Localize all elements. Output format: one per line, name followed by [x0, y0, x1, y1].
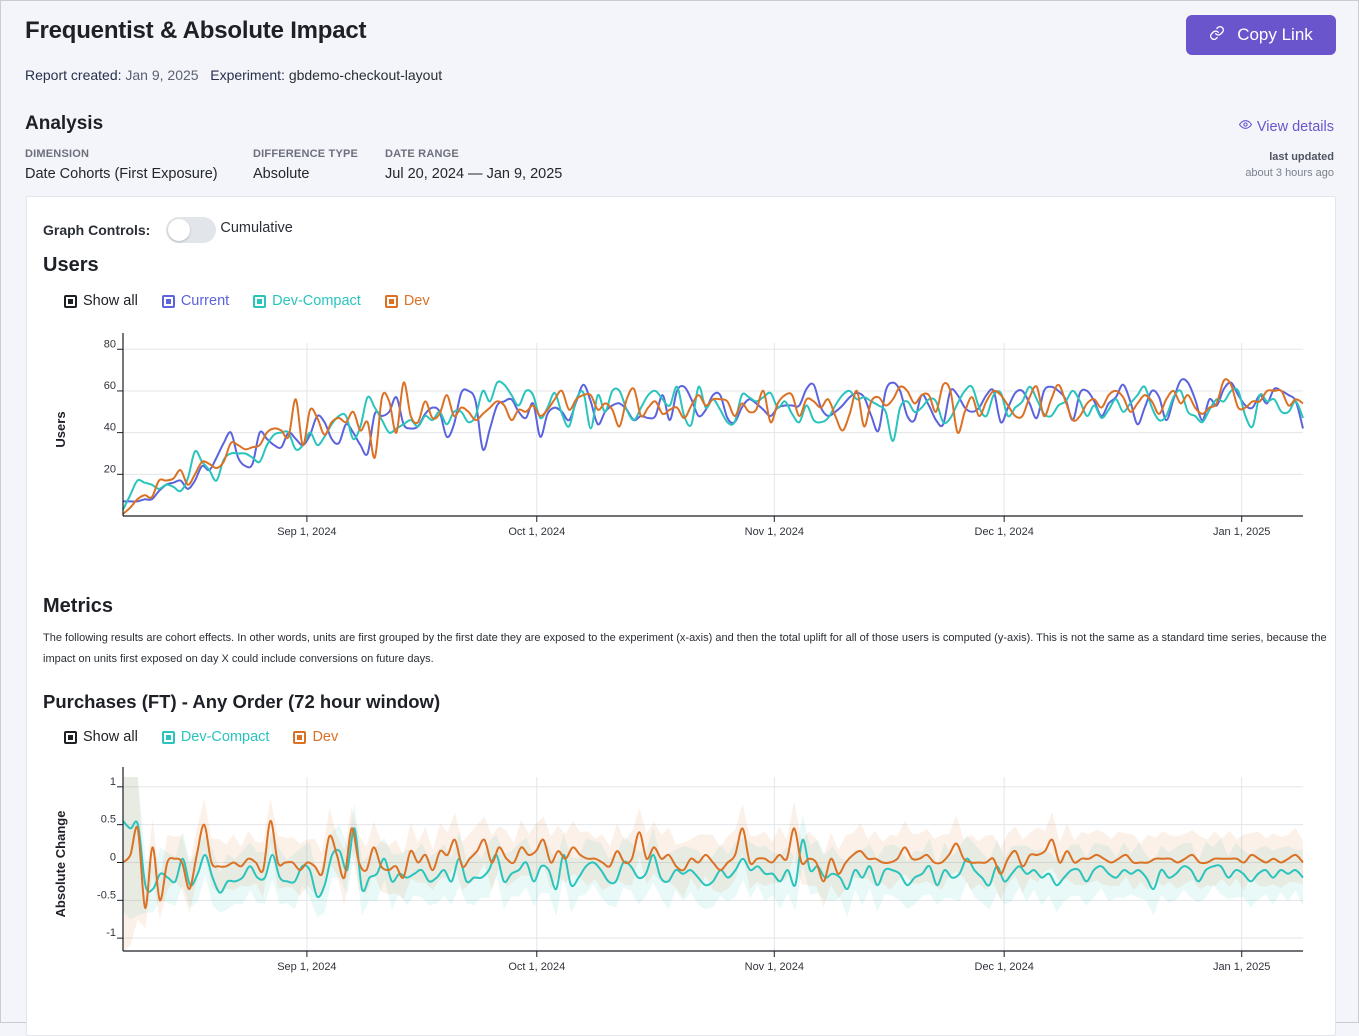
users-xtick-label: Jan 1, 2025: [1213, 526, 1271, 538]
metric-xtick-label: Nov 1, 2024: [745, 961, 804, 973]
users-ytick-label: 60: [104, 380, 116, 392]
metric-ytick-label: 0: [110, 851, 116, 863]
users-ytick-label: 80: [104, 338, 116, 350]
metric-band-dev: [123, 777, 1303, 951]
users-chart-group: 20 40 60 80 Sep 1, 2024 Oct 1, 2024 Nov 1, 202…: [53, 333, 1304, 538]
users-y-axis-label: Users: [53, 411, 68, 447]
metric-xtick-label: Jan 1, 2025: [1213, 961, 1271, 973]
metric-xtick-label: Sep 1, 2024: [277, 961, 336, 973]
users-xtick-label: Nov 1, 2024: [745, 526, 804, 538]
users-xtick-label: Sep 1, 2024: [277, 526, 336, 538]
users-series-current: [123, 378, 1304, 503]
metric-chart-group: -1 -0.5 0 0.5 1 Sep 1, 2024 Oct 1, 2024 Nov 1, …: [53, 767, 1304, 973]
users-series-dev: [122, 378, 1304, 515]
users-xtick-label: Oct 1, 2024: [508, 526, 565, 538]
users-series-dev-compact: [122, 380, 1304, 511]
users-chart: 20 40 60 80 Sep 1, 2024 Oct 1, 2024 Nov 1, 202…: [53, 333, 1304, 973]
metric-ytick-label: 1: [110, 776, 116, 788]
users-xtick-label: Dec 1, 2024: [975, 526, 1034, 538]
metric-ytick-label: 0.5: [101, 814, 116, 826]
metric-ytick-label: -1: [106, 927, 116, 939]
users-ytick-label: 40: [104, 422, 116, 434]
metric-xtick-label: Oct 1, 2024: [508, 961, 565, 973]
users-ytick-label: 20: [104, 463, 116, 475]
metric-ytick-label: -0.5: [97, 889, 116, 901]
metric-xtick-label: Dec 1, 2024: [975, 961, 1034, 973]
metric-y-axis-label: Absolute Change: [53, 811, 68, 918]
